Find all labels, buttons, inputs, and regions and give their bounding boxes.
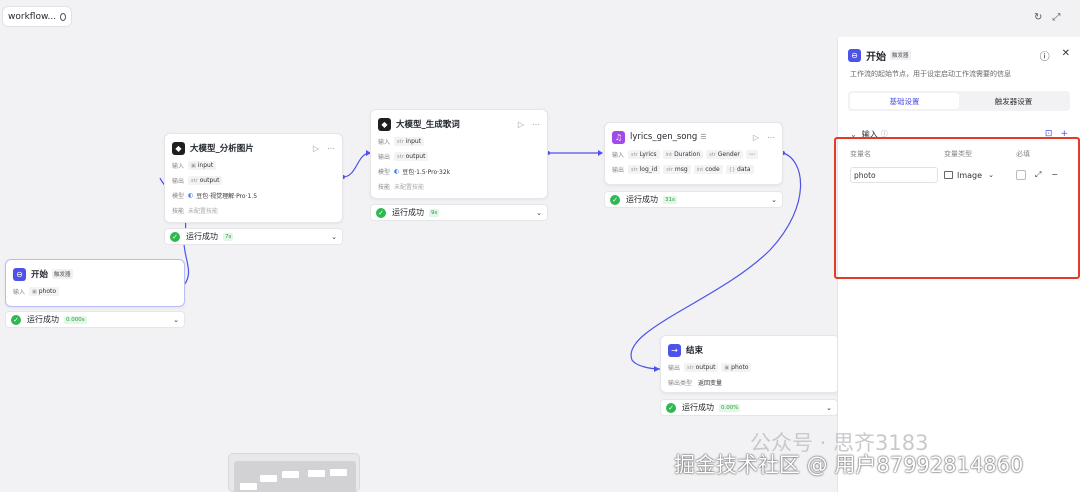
tab-trigger-settings[interactable]: 触发器设置 xyxy=(959,93,1068,109)
status-circle-icon xyxy=(60,12,66,21)
doubao-icon: ◐ xyxy=(394,168,400,175)
workflow-tab-title: workflow... xyxy=(8,11,57,22)
model-icon: ◆ xyxy=(172,141,185,155)
fullscreen-icon[interactable]: ⤢ xyxy=(1052,12,1060,23)
trigger-badge: 触发器 xyxy=(52,269,73,279)
node-song[interactable]: ♫ lyrics_gen_song ☰ ▷ ⋯ 输入 str Lyrics int D… xyxy=(604,122,783,185)
chevron-down-icon[interactable]: ⌄ xyxy=(826,404,832,412)
node-lyrics-title: 大模型_生成歌词 xyxy=(396,120,460,130)
chip-photo: ▣ photo xyxy=(29,287,60,296)
panel-description: 工作流的起始节点，用于设定启动工作流需要的信息 xyxy=(850,70,1011,78)
chevron-down-icon[interactable]: ⌄ xyxy=(771,196,777,204)
node-start-title: 开始 xyxy=(31,270,49,280)
chip-input: ▣ input xyxy=(188,161,217,170)
doubao-icon: ◐ xyxy=(188,192,194,199)
workflow-tab[interactable]: workflow... xyxy=(2,6,72,27)
node-song-title: lyrics_gen_song xyxy=(630,132,698,142)
run-time: 0.000s xyxy=(64,315,87,324)
highlight-box xyxy=(834,137,1080,279)
watermark-line2: 掘金技术社区 @ 用户87992814860 xyxy=(674,453,1024,477)
success-check-icon: ✓ xyxy=(170,231,180,242)
list-icon: ☰ xyxy=(700,133,707,141)
model-icon: ◆ xyxy=(378,117,391,131)
panel-tabs: 基础设置 触发器设置 xyxy=(848,91,1070,111)
plugin-icon: ♫ xyxy=(612,130,625,144)
model-name: 豆包·视觉理解·Pro·1.5 xyxy=(196,193,258,200)
model-name: 豆包·1.5·Pro·32k xyxy=(402,169,451,176)
node-start[interactable]: ⊖ 开始 触发器 输入 ▣ photo xyxy=(5,259,185,307)
node-end[interactable]: → 结束 输出 str output ▣ photo 输出类型 返回变量 xyxy=(660,335,840,393)
success-check-icon: ✓ xyxy=(376,207,386,218)
success-check-icon: ✓ xyxy=(610,194,620,205)
more-icon[interactable]: ⋯ xyxy=(767,133,775,142)
panel-title: 开始 xyxy=(866,51,886,63)
edge-analyze-lyrics xyxy=(342,152,371,178)
node-lyrics-status[interactable]: ✓ 运行成功 9s ⌄ xyxy=(370,204,548,221)
chevron-down-icon[interactable]: ⌄ xyxy=(331,233,337,241)
trigger-badge: 触发器 xyxy=(890,50,911,60)
node-song-status[interactable]: ✓ 运行成功 31s ⌄ xyxy=(604,191,783,208)
close-icon[interactable]: ✕ xyxy=(1062,48,1070,63)
node-lyrics[interactable]: ◆ 大模型_生成歌词 ▷ ⋯ 输入 str input 输出 str output 模… xyxy=(370,109,548,199)
chevron-down-icon[interactable]: ⌄ xyxy=(536,209,542,217)
start-icon: ⊖ xyxy=(848,48,861,62)
minimap[interactable] xyxy=(228,453,360,492)
node-analyze-status[interactable]: ✓ 运行成功 7s ⌄ xyxy=(164,228,343,245)
more-icon[interactable]: ⋯ xyxy=(532,120,540,129)
node-analyze[interactable]: ◆ 大模型_分析图片 ▷ ⋯ 输入 ▣ input 输出 str output 模型 … xyxy=(164,133,343,223)
more-chips: ⋯ xyxy=(745,150,758,159)
success-check-icon: ✓ xyxy=(11,314,21,325)
refresh-icon[interactable]: ↻ xyxy=(1034,12,1042,23)
node-end-status[interactable]: ✓ 运行成功 0.00% ⌄ xyxy=(660,399,838,416)
node-start-status[interactable]: ✓ 运行成功 0.000s ⌄ xyxy=(5,311,185,328)
tab-basic-settings[interactable]: 基础设置 xyxy=(850,93,959,109)
workflow-canvas[interactable]: workflow... ↻ ⤢ ⊖ 开始 触发器 输入 ▣ photo ✓ 运行成… xyxy=(0,0,1080,492)
success-check-icon: ✓ xyxy=(666,402,676,413)
node-start-header: ⊖ 开始 触发器 xyxy=(6,264,184,284)
node-analyze-title: 大模型_分析图片 xyxy=(190,144,254,154)
chip-output: str output xyxy=(188,176,223,185)
run-icon[interactable]: ▷ xyxy=(313,144,319,153)
run-icon[interactable]: ▷ xyxy=(753,133,759,142)
canvas-tools: ↻ ⤢ xyxy=(1034,12,1060,23)
node-start-inputs: 输入 ▣ photo xyxy=(6,284,184,299)
chip-input: str input xyxy=(394,137,425,146)
help-icon[interactable]: ⓘ xyxy=(1040,48,1050,63)
node-end-title: 结束 xyxy=(686,346,704,356)
run-icon[interactable]: ▷ xyxy=(518,120,524,129)
more-icon[interactable]: ⋯ xyxy=(327,144,335,153)
start-icon: ⊖ xyxy=(13,267,26,281)
arrow-song-in xyxy=(598,150,603,156)
end-icon: → xyxy=(668,343,681,357)
chevron-down-icon[interactable]: ⌄ xyxy=(173,316,179,324)
chip-output: str output xyxy=(394,152,429,161)
